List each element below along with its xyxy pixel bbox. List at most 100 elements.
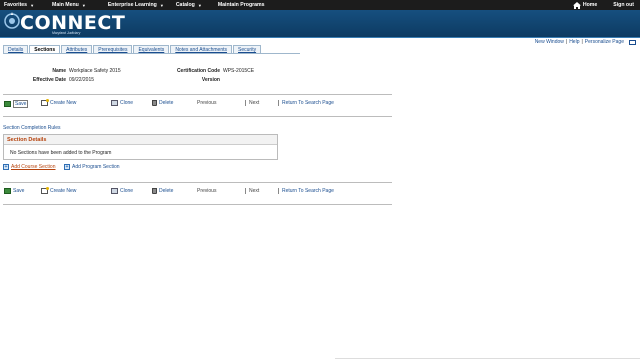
- tab-attributes[interactable]: Attributes: [61, 45, 93, 53]
- name-label: Name: [52, 68, 66, 74]
- chevron-down-icon: ▼: [30, 2, 35, 8]
- nav-favorites-label: Favorites: [4, 2, 28, 8]
- chevron-down-icon: ▼: [81, 2, 86, 8]
- clone-label: Clone: [120, 100, 134, 106]
- tab-bar: Details Sections Attributes Prerequisite…: [3, 45, 262, 53]
- nav-catalog-label: Catalog: [175, 2, 195, 8]
- return-to-search-link[interactable]: Return To Search Page: [282, 188, 334, 194]
- plus-icon: +: [64, 164, 70, 170]
- effective-date-label: Effective Date: [32, 77, 66, 83]
- home-icon: [572, 1, 581, 9]
- toolbar-divider: [278, 188, 279, 194]
- previous-label: Previous: [197, 188, 217, 194]
- add-program-section-button[interactable]: + Add Program Section: [64, 164, 120, 170]
- divider: [3, 94, 392, 95]
- tab-underline: [3, 53, 300, 54]
- nav-enterprise-learning[interactable]: Enterprise Learning ▼: [104, 0, 170, 10]
- section-details-grid: Section Details No Sections have been ad…: [3, 134, 278, 160]
- new-document-icon: [41, 187, 49, 194]
- previous-label: Previous: [197, 100, 217, 106]
- toolbar-divider: [245, 100, 246, 106]
- next-button[interactable]: Next: [249, 188, 259, 194]
- divider: [3, 204, 392, 205]
- nav-catalog[interactable]: Catalog ▼: [172, 0, 208, 10]
- top-nav-bar: Favorites ▼ Main Menu ▼ Enterprise Learnin…: [0, 0, 640, 10]
- empty-message: No Sections have been added to the Progr…: [10, 150, 112, 156]
- add-program-section-label: Add Program Section: [72, 164, 120, 170]
- plus-icon: +: [3, 164, 9, 170]
- clone-icon: [111, 100, 118, 106]
- tab-security[interactable]: Security: [233, 45, 262, 53]
- divider: |: [565, 39, 568, 45]
- certification-code-label: Certification Code: [176, 68, 220, 74]
- section-completion-rules-link[interactable]: Section Completion Rules: [3, 125, 61, 131]
- return-to-search-link[interactable]: Return To Search Page: [282, 100, 334, 106]
- add-course-section-label: Add Course Section: [11, 164, 56, 170]
- create-new-button[interactable]: Create New: [41, 99, 77, 106]
- clone-button[interactable]: Clone: [111, 100, 133, 106]
- tab-sections[interactable]: Sections: [29, 45, 61, 53]
- create-new-button[interactable]: Create New: [41, 187, 77, 194]
- nav-enterprise-learning-label: Enterprise Learning: [107, 2, 157, 8]
- personalize-page-link[interactable]: Personalize Page: [585, 39, 624, 45]
- clone-icon: [111, 188, 118, 194]
- toolbar-bottom: Save Create New Clone Delete Previous Ne…: [3, 187, 392, 198]
- nav-favorites[interactable]: Favorites ▼: [0, 0, 40, 10]
- trash-icon: [152, 188, 157, 194]
- create-new-label: Create New: [50, 100, 77, 106]
- delete-label: Delete: [159, 188, 174, 194]
- nav-main-menu[interactable]: Main Menu ▼: [48, 0, 92, 10]
- delete-button[interactable]: Delete: [152, 188, 173, 194]
- add-course-section-button[interactable]: + Add Course Section: [3, 164, 55, 170]
- trash-icon: [152, 100, 157, 106]
- divider: [3, 116, 392, 117]
- toolbar-divider: [245, 188, 246, 194]
- previous-button[interactable]: Previous: [197, 188, 216, 194]
- banner: CONNECT Maryland Judiciary: [0, 10, 640, 38]
- tab-notes-and-attachments[interactable]: Notes and Attachments: [170, 45, 233, 53]
- home-link[interactable]: Home: [572, 1, 598, 9]
- help-link[interactable]: Help: [569, 39, 579, 45]
- sign-out-link[interactable]: Sign out: [613, 2, 634, 8]
- version-label: Version: [201, 77, 220, 83]
- next-label: Next: [249, 100, 260, 106]
- divider: [3, 182, 392, 183]
- clone-button[interactable]: Clone: [111, 188, 133, 194]
- chevron-down-icon: ▼: [159, 2, 164, 8]
- home-label: Home: [582, 2, 598, 8]
- logo-subtitle: Maryland Judiciary: [52, 31, 81, 35]
- save-button[interactable]: Save: [4, 100, 29, 108]
- status-line: [335, 358, 640, 359]
- new-document-icon: [41, 99, 49, 106]
- return-to-search-label: Return To Search Page: [282, 100, 334, 106]
- create-new-label: Create New: [50, 188, 77, 194]
- toolbar-top: Save Create New Clone Delete Previous Ne…: [3, 99, 392, 110]
- next-label: Next: [249, 188, 260, 194]
- toolbar-divider: [278, 100, 279, 106]
- clone-label: Clone: [120, 188, 134, 194]
- new-window-link[interactable]: New Window: [535, 39, 564, 45]
- tab-equivalents[interactable]: Equivalents: [133, 45, 170, 53]
- effective-date-value: 09/22/2015: [69, 77, 95, 83]
- grid-title: Section Details: [4, 135, 277, 145]
- page-links: New Window | Help | Personalize Page: [535, 39, 636, 45]
- chevron-down-icon: ▼: [197, 2, 202, 8]
- certification-code-value: WPS-2015CE: [223, 68, 255, 74]
- window-icon[interactable]: [629, 39, 636, 45]
- nav-maintain-programs-label: Maintain Programs: [217, 2, 265, 8]
- save-button[interactable]: Save: [4, 188, 24, 194]
- next-button[interactable]: Next: [249, 100, 259, 106]
- logo-mark-icon: [4, 12, 20, 29]
- tab-prerequisites[interactable]: Prerequisites: [93, 45, 133, 53]
- save-icon: [4, 101, 11, 107]
- nav-main-menu-label: Main Menu: [52, 2, 79, 8]
- return-to-search-label: Return To Search Page: [282, 188, 334, 194]
- previous-button[interactable]: Previous: [197, 100, 216, 106]
- delete-button[interactable]: Delete: [152, 100, 173, 106]
- tab-details[interactable]: Details: [3, 45, 29, 53]
- save-label: Save: [13, 100, 29, 108]
- divider: |: [581, 39, 583, 45]
- nav-maintain-programs[interactable]: Maintain Programs: [214, 0, 271, 10]
- save-label: Save: [13, 188, 25, 194]
- name-value: Workplace Safety 2015: [69, 68, 121, 74]
